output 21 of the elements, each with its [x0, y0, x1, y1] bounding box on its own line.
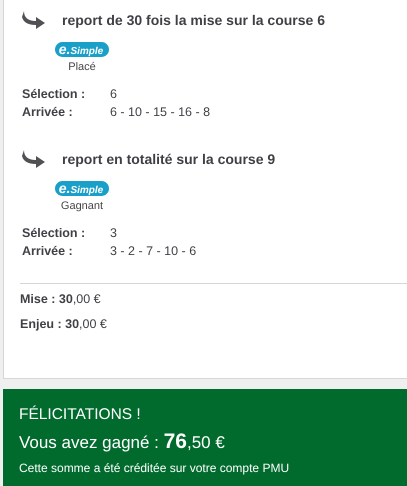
report-title: report en totalité sur la course 9	[62, 151, 276, 167]
bet-type-logo: e.Simple	[54, 42, 110, 57]
detail-label: Sélection :	[22, 87, 86, 101]
detail-value: 6 - 10 - 15 - 16 - 8	[110, 105, 212, 119]
curved-arrow-icon	[22, 11, 46, 29]
detail-value: 3 - 2 - 7 - 10 - 6	[110, 244, 198, 258]
detail-label: Arrivée :	[22, 244, 74, 258]
total-line: Enjeu : 30,00 €	[20, 317, 108, 331]
congratulations-heading: FÉLICITATIONS !	[19, 406, 142, 424]
detail-label: Sélection :	[22, 226, 86, 240]
detail-value: 6	[110, 87, 118, 101]
detail-label: Arrivée :	[22, 105, 74, 119]
detail-value: 3	[110, 226, 118, 240]
bet-type-label: Gagnant	[60, 200, 104, 212]
bet-type-logo: e.Simple	[54, 181, 110, 196]
bet-type-label: Placé	[68, 61, 96, 73]
winnings-amount: Vous avez gagné : 76,50 €	[19, 430, 226, 454]
credit-note: Cette somme a été créditée sur votre compte PMU	[19, 461, 290, 475]
report-title: report de 30 fois la mise sur la course 6	[62, 12, 325, 28]
total-line: Mise : 30,00 €	[20, 292, 102, 306]
curved-arrow-icon	[22, 150, 46, 168]
